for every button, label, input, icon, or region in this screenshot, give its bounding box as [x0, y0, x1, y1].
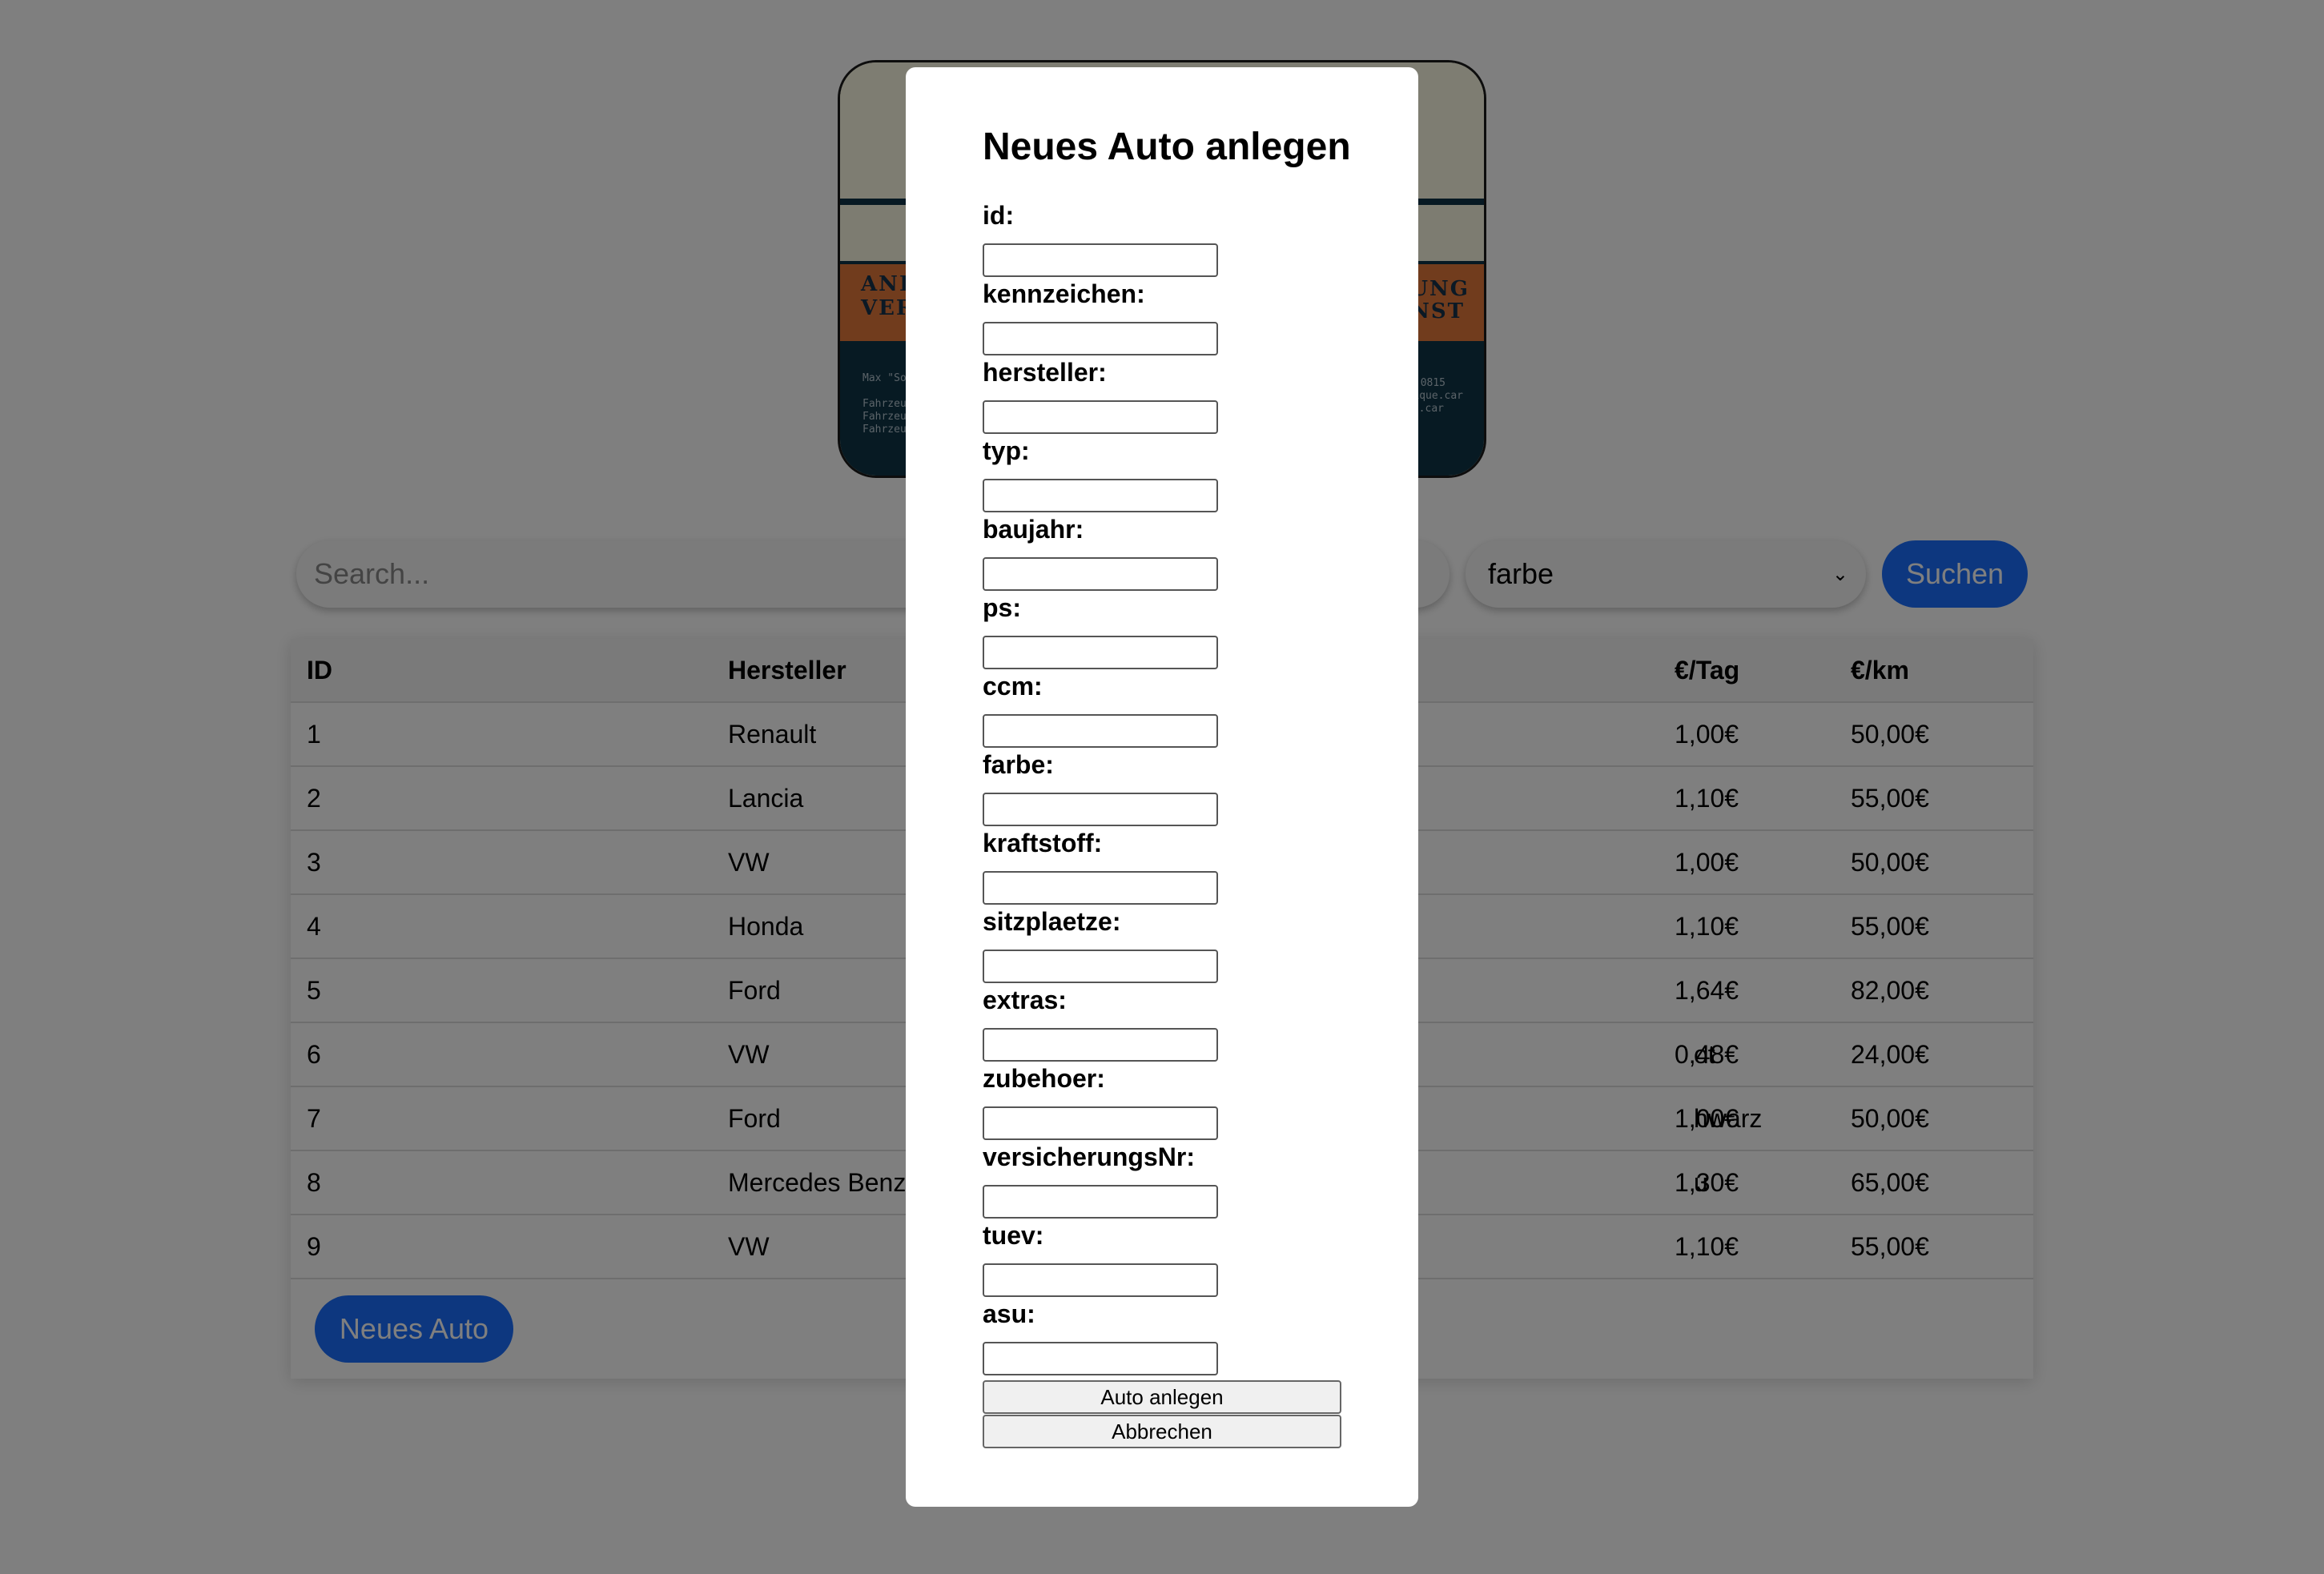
- extras-input[interactable]: [983, 1028, 1218, 1062]
- form-field: zubehoer:: [983, 1063, 1303, 1140]
- form-field: sitzplaetze:: [983, 906, 1303, 983]
- field-label: farbe:: [983, 750, 1054, 779]
- ps-input[interactable]: [983, 636, 1218, 669]
- form-field: farbe:: [983, 749, 1303, 826]
- new-car-modal: Neues Auto anlegen id: kennzeichen: herste…: [906, 67, 1418, 1507]
- form-field: asu:: [983, 1299, 1303, 1375]
- field-label: zubehoer:: [983, 1064, 1105, 1093]
- hersteller-input[interactable]: [983, 400, 1218, 434]
- id-input[interactable]: [983, 243, 1218, 277]
- field-label: ps:: [983, 593, 1021, 622]
- field-label: versicherungsNr:: [983, 1142, 1195, 1171]
- field-label: kennzeichen:: [983, 279, 1145, 308]
- zubehoer-input[interactable]: [983, 1106, 1218, 1140]
- submit-car-button[interactable]: Auto anlegen: [983, 1380, 1341, 1414]
- form-field: extras:: [983, 985, 1303, 1062]
- sitzplaetze-input[interactable]: [983, 950, 1218, 983]
- form-field: kraftstoff:: [983, 828, 1303, 905]
- ccm-input[interactable]: [983, 714, 1218, 748]
- form-field: tuev:: [983, 1220, 1303, 1297]
- form-field: versicherungsNr:: [983, 1142, 1303, 1219]
- kennzeichen-input[interactable]: [983, 322, 1218, 355]
- field-label: id:: [983, 201, 1015, 230]
- field-label: kraftstoff:: [983, 829, 1103, 857]
- field-label: extras:: [983, 986, 1067, 1014]
- kraftstoff-input[interactable]: [983, 871, 1218, 905]
- field-label: tuev:: [983, 1221, 1044, 1250]
- form-field: ccm:: [983, 671, 1303, 748]
- form-field: baujahr:: [983, 514, 1303, 591]
- typ-input[interactable]: [983, 479, 1218, 512]
- form-field: hersteller:: [983, 357, 1303, 434]
- modal-title: Neues Auto anlegen: [983, 126, 1351, 168]
- field-label: baujahr:: [983, 515, 1084, 544]
- form-field: typ:: [983, 436, 1303, 512]
- asu-input[interactable]: [983, 1342, 1218, 1375]
- baujahr-input[interactable]: [983, 557, 1218, 591]
- form-field: ps:: [983, 592, 1303, 669]
- form-field: kennzeichen:: [983, 279, 1303, 355]
- form-field: id:: [983, 200, 1303, 277]
- field-label: asu:: [983, 1299, 1035, 1328]
- field-label: ccm:: [983, 672, 1043, 701]
- field-label: hersteller:: [983, 358, 1107, 387]
- field-label: typ:: [983, 436, 1030, 465]
- cancel-button[interactable]: Abbrechen: [983, 1415, 1341, 1448]
- versicherungsNr-input[interactable]: [983, 1185, 1218, 1219]
- field-label: sitzplaetze:: [983, 907, 1121, 936]
- farbe-input[interactable]: [983, 793, 1218, 826]
- tuev-input[interactable]: [983, 1263, 1218, 1297]
